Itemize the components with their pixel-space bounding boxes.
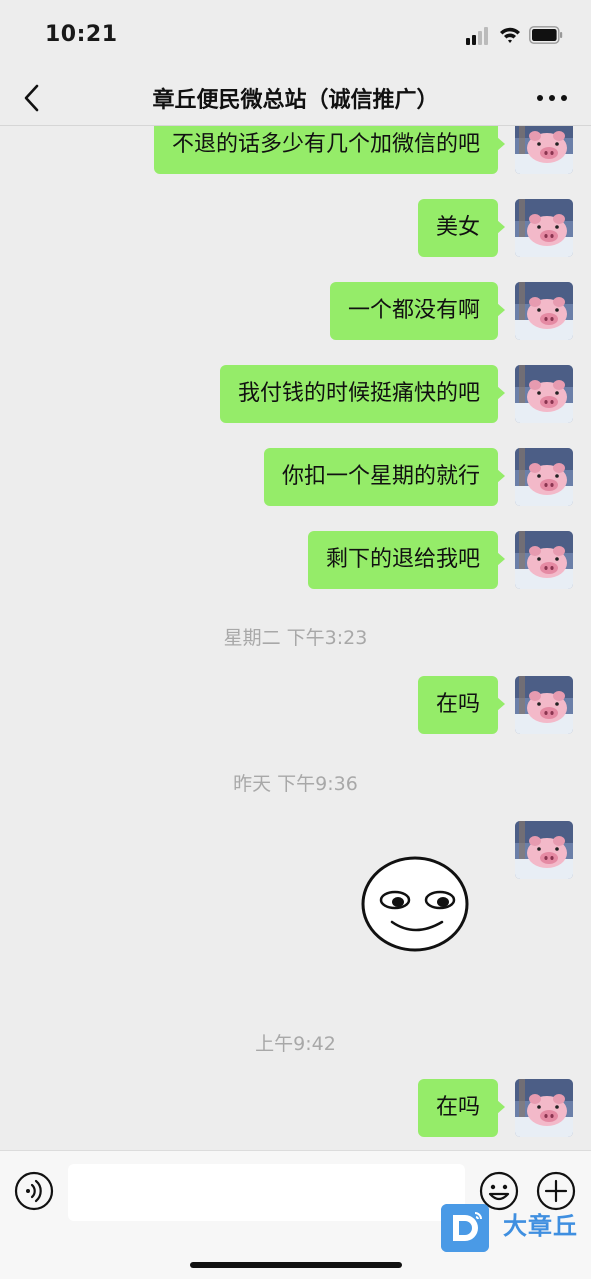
timestamp: 星期二 下午3:23 [223,627,368,649]
message-row: 剩下的退给我吧 [253,531,573,589]
chat-header: 章丘便民微总站（诚信推广） [0,70,591,126]
more-options-icon[interactable] [532,84,572,112]
watermark-d-icon [441,1204,489,1252]
status-bar: 10:21 [0,0,591,70]
timestamp: 上午9:42 [255,1033,336,1055]
wifi-icon [500,27,520,43]
message-bubble[interactable]: 一个都没有啊 [329,282,506,340]
message-bubble[interactable]: 在吗 [417,676,506,734]
voice-icon[interactable] [14,1171,54,1211]
user-avatar[interactable] [515,282,573,340]
message-row: 在吗 [373,676,573,734]
user-avatar[interactable] [515,1079,573,1137]
message-input[interactable] [68,1164,465,1221]
message-row: 一个都没有啊 [273,282,573,340]
home-indicator [190,1262,402,1268]
message-row: 美女 [373,199,573,257]
user-avatar[interactable] [515,821,573,879]
chat-title: 章丘便民微总站（诚信推广） [152,88,439,113]
chat-message-list[interactable]: 不退的话多少有几个加微信的吧 美女 一个都没有啊 我付钱的时候挺痛快的吧 你扣一… [0,126,591,1150]
message-bubble[interactable]: 美女 [417,199,506,257]
user-avatar[interactable] [515,199,573,257]
message-row: 你扣一个星期的就行 [193,448,573,506]
message-bubble[interactable]: 我付钱的时候挺痛快的吧 [219,365,506,423]
timestamp: 昨天 下午9:36 [233,773,358,795]
watermark-text: 大章丘 [503,1212,578,1240]
watermark-logo: 大章丘 [441,1204,587,1254]
smiling-face-sticker-icon[interactable] [360,854,470,954]
message-bubble[interactable]: 在吗 [417,1079,506,1137]
message-bubble[interactable]: 你扣一个星期的就行 [263,448,506,506]
user-avatar[interactable] [515,448,573,506]
message-bubble[interactable]: 剩下的退给我吧 [307,531,506,589]
message-row: 不退的话多少有几个加微信的吧 [103,126,573,174]
user-avatar[interactable] [515,531,573,589]
cellular-signal-icon [466,27,492,45]
message-bubble[interactable]: 不退的话多少有几个加微信的吧 [153,126,506,174]
user-avatar[interactable] [515,365,573,423]
status-time: 10:21 [45,22,118,47]
message-row: 我付钱的时候挺痛快的吧 [153,365,573,423]
message-row: 在吗 [373,1079,573,1137]
user-avatar[interactable] [515,676,573,734]
battery-icon [529,26,563,44]
user-avatar[interactable] [515,126,573,174]
message-row [513,821,573,879]
